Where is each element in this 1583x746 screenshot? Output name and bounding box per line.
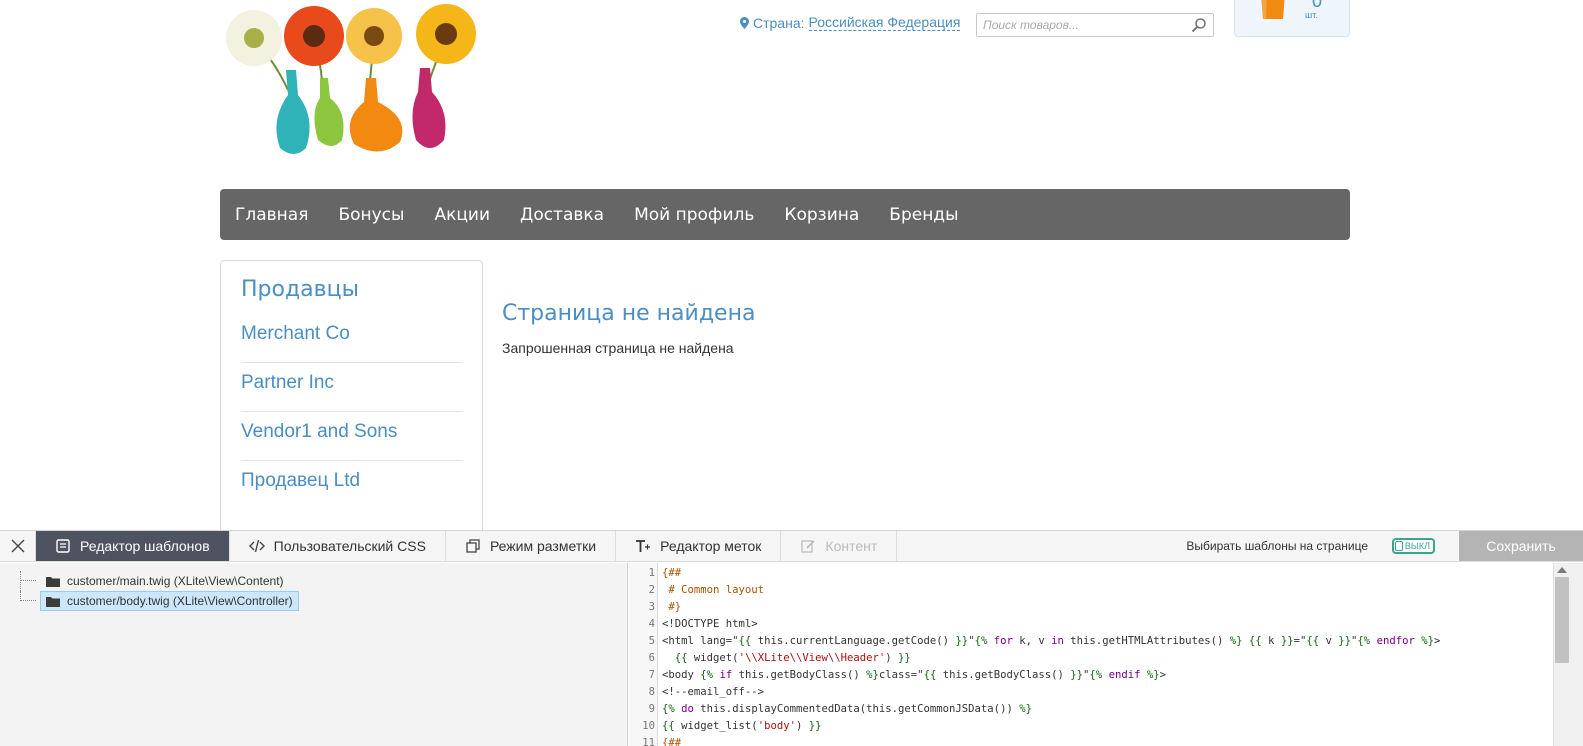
template-picker-label: Выбирать шаблоны на странице bbox=[1186, 539, 1368, 553]
line-number: 3 bbox=[648, 601, 655, 613]
line-number: 10 bbox=[642, 720, 655, 732]
tab-label: Редактор шаблонов bbox=[80, 538, 210, 554]
nav-item-promotions[interactable]: Акции bbox=[434, 205, 490, 225]
save-button[interactable]: Сохранить bbox=[1459, 531, 1583, 561]
nav-item-brands[interactable]: Бренды bbox=[889, 205, 958, 225]
scroll-thumb[interactable] bbox=[1555, 577, 1569, 663]
country-selector[interactable]: Страна: Российская Федерация bbox=[740, 14, 961, 31]
tab-label: Пользовательский CSS bbox=[273, 538, 426, 554]
page-title: Страница не найдена bbox=[502, 301, 756, 326]
tab-label: Редактор меток bbox=[660, 538, 762, 554]
location-pin-icon bbox=[740, 16, 749, 29]
text-icon bbox=[636, 540, 651, 552]
tab-template-editor[interactable]: Редактор шаблонов bbox=[36, 531, 230, 561]
tab-layout-mode[interactable]: Режим разметки bbox=[446, 531, 617, 561]
folder-icon bbox=[46, 576, 60, 587]
tree-node-label: customer/main.twig (XLite\View\Content) bbox=[67, 574, 284, 588]
code-text: #} bbox=[662, 601, 682, 613]
main-navigation: Главная Бонусы Акции Доставка Мой профил… bbox=[220, 189, 1350, 240]
cart-widget[interactable]: 0 шт. bbox=[1234, 0, 1350, 37]
line-number: 7 bbox=[648, 669, 655, 681]
tree-node-selected[interactable]: customer/body.twig (XLite\View\Controlle… bbox=[40, 591, 299, 611]
tab-label: Контент bbox=[825, 538, 878, 554]
nav-item-home[interactable]: Главная bbox=[235, 205, 308, 225]
country-value-link[interactable]: Российская Федерация bbox=[808, 14, 961, 31]
sellers-sidebar: Продавцы Merchant Co Partner Inc Vendor1… bbox=[220, 260, 483, 540]
code-text: <body {% if this.getBodyClass() %}class=… bbox=[662, 669, 1167, 681]
seller-link[interactable]: Merchant Co bbox=[241, 314, 463, 363]
seller-link[interactable]: Partner Inc bbox=[241, 363, 463, 412]
close-panel-button[interactable] bbox=[0, 531, 36, 561]
code-text: {## bbox=[662, 737, 682, 746]
tree-item: customer/body.twig (XLite\View\Controlle… bbox=[18, 591, 627, 611]
line-number: 6 bbox=[648, 652, 655, 664]
scroll-up-icon[interactable] bbox=[1557, 567, 1567, 573]
layout-icon bbox=[466, 539, 480, 553]
nav-item-profile[interactable]: Мой профиль bbox=[634, 205, 754, 225]
editor-toolbar: Редактор шаблонов Пользовательский CSS Р… bbox=[0, 531, 1583, 562]
code-icon bbox=[248, 539, 265, 553]
code-text: {## bbox=[662, 567, 682, 579]
line-number: 4 bbox=[648, 618, 655, 630]
line-number: 8 bbox=[648, 686, 655, 698]
seller-link[interactable]: Vendor1 and Sons bbox=[241, 412, 463, 461]
tree-node-label: customer/body.twig (XLite\View\Controlle… bbox=[67, 594, 293, 608]
template-picker-toggle[interactable]: ВЫКЛ bbox=[1392, 538, 1435, 554]
template-icon bbox=[56, 539, 70, 553]
template-picker: Выбирать шаблоны на странице ВЫКЛ bbox=[1186, 531, 1459, 561]
search-icon[interactable] bbox=[1191, 17, 1207, 33]
code-text: {{ widget_list('body') }} bbox=[662, 720, 822, 732]
sidebar-title: Продавцы bbox=[241, 277, 359, 302]
theme-editor-panel: Редактор шаблонов Пользовательский CSS Р… bbox=[0, 530, 1583, 746]
search-box bbox=[976, 13, 1214, 37]
code-text: <!--email_off--> bbox=[662, 686, 765, 698]
line-number: 9 bbox=[648, 703, 655, 715]
store-logo[interactable] bbox=[224, 0, 486, 172]
toggle-state: ВЫКЛ bbox=[1404, 541, 1430, 551]
code-text: <html lang="{{ this.currentLanguage.getC… bbox=[662, 635, 1441, 647]
nav-item-delivery[interactable]: Доставка bbox=[520, 205, 604, 225]
nav-item-bonuses[interactable]: Бонусы bbox=[338, 205, 404, 225]
shopping-bag-icon bbox=[1261, 0, 1285, 19]
code-text: <!DOCTYPE html> bbox=[662, 618, 758, 630]
tab-label-editor[interactable]: Редактор меток bbox=[616, 531, 782, 561]
code-scrollbar[interactable] bbox=[1553, 563, 1583, 746]
tab-label: Режим разметки bbox=[489, 538, 597, 554]
code-text: {% do this.displayCommentedData(this.get… bbox=[662, 703, 1032, 715]
tree-item: customer/main.twig (XLite\View\Content) bbox=[18, 571, 627, 591]
tab-content[interactable]: Контент bbox=[781, 531, 898, 561]
folder-icon bbox=[46, 596, 60, 607]
tab-custom-css[interactable]: Пользовательский CSS bbox=[230, 531, 446, 561]
code-text: {{ widget('\\XLite\\View\\Header') }} bbox=[674, 652, 911, 664]
search-input[interactable] bbox=[977, 14, 1177, 36]
line-number: 11 bbox=[642, 737, 655, 746]
country-label: Страна: bbox=[753, 14, 805, 31]
not-found-message: Запрошенная страница не найдена bbox=[502, 340, 734, 356]
line-number: 2 bbox=[648, 584, 655, 596]
edit-icon bbox=[801, 540, 815, 553]
tree-node[interactable]: customer/main.twig (XLite\View\Content) bbox=[40, 571, 290, 591]
template-tree: customer/main.twig (XLite\View\Content) … bbox=[0, 563, 628, 746]
close-icon bbox=[11, 539, 24, 553]
cart-unit: шт. bbox=[1305, 10, 1318, 20]
code-text: # Common layout bbox=[662, 584, 765, 596]
nav-item-cart[interactable]: Корзина bbox=[784, 205, 859, 225]
line-number: 5 bbox=[648, 635, 655, 647]
toggle-knob bbox=[1395, 541, 1403, 551]
line-number: 1 bbox=[648, 567, 655, 579]
seller-link[interactable]: Продавец Ltd bbox=[241, 461, 463, 510]
main-content: Страница не найдена Запрошенная страница… bbox=[502, 301, 755, 356]
code-editor[interactable]: 1 {## 2 # Common layout 3 #} 4 <!DOCTYPE html… bbox=[629, 563, 1553, 746]
